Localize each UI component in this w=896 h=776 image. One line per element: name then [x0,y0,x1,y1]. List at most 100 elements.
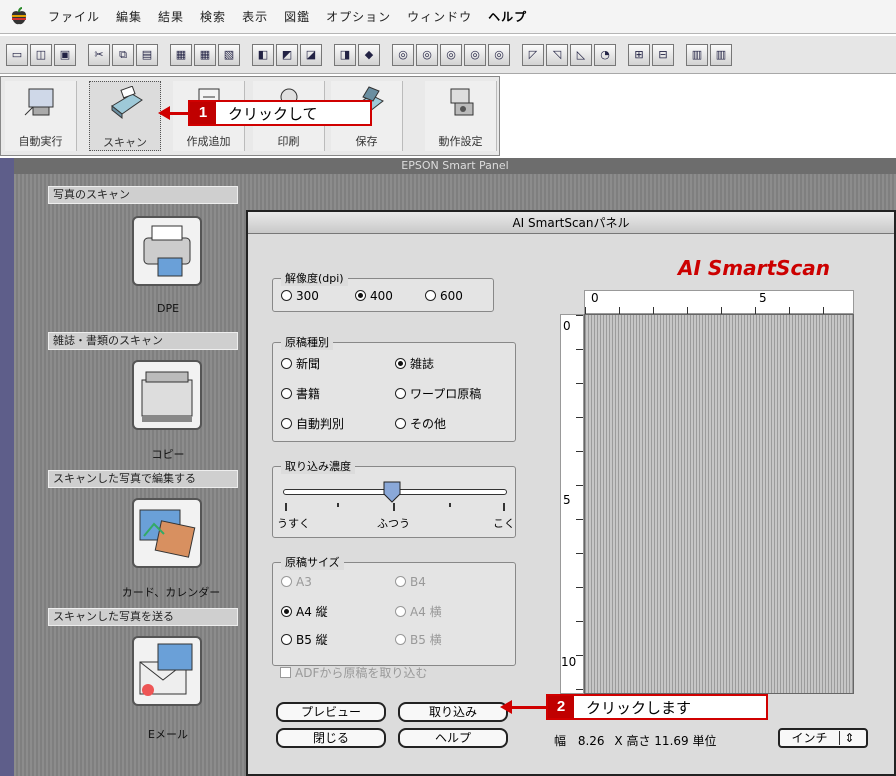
paste-icon[interactable]: ▤ [136,43,158,66]
new-icon[interactable]: ◫ [30,43,52,66]
doc-type-book-radio[interactable]: 書籍 [281,385,320,402]
preview-button[interactable]: プレビュー [276,702,386,722]
close-button[interactable]: 閉じる [276,728,386,748]
callout-1: 1 クリックして [188,100,372,126]
doc-type-book-label: 書籍 [296,387,321,401]
doc-size-label: 原稿サイズ [281,554,344,570]
radio-icon [281,576,292,587]
tool-icon[interactable]: ◎ [440,43,462,66]
preview-area[interactable] [584,314,854,694]
tool-icon[interactable]: ◎ [416,43,438,66]
ai-smartscan-dialog: AI SmartScanパネル AI SmartScan 解像度(dpi) 30… [246,210,896,776]
resolution-400-radio[interactable]: 400 [355,289,393,303]
doc-type-auto-label: 自動判別 [296,417,345,431]
doc-type-wordpro-radio[interactable]: ワープロ原稿 [395,385,481,402]
tool-icon[interactable]: ◧ [252,43,274,66]
save-label: 保存 [355,135,378,148]
tool-icon[interactable]: ▦ [170,43,192,66]
menu-options[interactable]: オプション [326,8,391,25]
ruler-ticks [576,315,583,693]
radio-icon [395,606,406,617]
doc-type-auto-radio[interactable]: 自動判別 [281,415,344,432]
tool-icon[interactable]: ◹ [546,43,568,66]
menu-result[interactable]: 結果 [158,8,184,25]
tool-icon[interactable]: ◎ [488,43,510,66]
ruler-left-label-5: 5 [563,493,571,507]
apple-icon[interactable] [8,6,30,28]
size-b5-landscape-radio[interactable]: B5 横 [395,631,442,648]
tool-icon[interactable]: ◔ [594,43,616,66]
tick-mark [449,503,451,507]
tool-icon[interactable]: ◎ [392,43,414,66]
action-settings-button[interactable]: 動作設定 [425,81,497,151]
tool-icon[interactable]: ◆ [358,43,380,66]
density-slider-thumb[interactable] [383,481,401,503]
auto-run-icon [24,88,54,116]
dpe-button[interactable] [132,216,202,286]
tool-icon[interactable]: ⊟ [652,43,674,66]
callout-2-number: 2 [548,696,574,718]
radio-icon [281,388,292,399]
density-light-label: うすく [277,517,310,530]
open-icon[interactable]: ▭ [6,43,28,66]
menu-search[interactable]: 検索 [200,8,226,25]
capture-button[interactable]: 取り込み [398,702,508,722]
copy-button[interactable] [132,360,202,430]
ai-smartscan-logo: AI SmartScan [678,256,831,280]
width-value: 8.26 [577,734,605,748]
tool-icon[interactable]: ◪ [300,43,322,66]
scan-button[interactable]: スキャン [89,81,161,151]
size-b5-portrait-label: B5 縦 [296,633,328,647]
unit-select[interactable]: インチ ⇕ [778,728,868,748]
doc-type-other-label: その他 [410,417,447,431]
density-dark-label: こく [493,517,515,530]
menu-view[interactable]: 表示 [242,8,268,25]
cut-icon[interactable]: ✂ [88,43,110,66]
size-a4-portrait-radio[interactable]: A4 縦 [281,603,328,620]
tool-icon[interactable]: ▥ [710,43,732,66]
doc-type-magazine-label: 雑誌 [410,357,435,371]
menu-window[interactable]: ウィンドウ [407,8,472,25]
tool-icon[interactable]: ◸ [522,43,544,66]
doc-type-newspaper-radio[interactable]: 新聞 [281,355,320,372]
callout-2-text: クリックします [586,699,692,717]
doc-type-other-radio[interactable]: その他 [395,415,446,432]
tick-mark [393,503,395,511]
tool-icon[interactable]: ◎ [464,43,486,66]
radio-selected-icon [281,606,292,617]
resolution-300-radio[interactable]: 300 [281,289,319,303]
tool-icon[interactable]: ◨ [334,43,356,66]
adf-label: ADFから原稿を取り込む [295,666,428,680]
create-add-label: 作成追加 [186,135,231,148]
size-b4-radio[interactable]: B4 [395,575,426,589]
email-button[interactable] [132,636,202,706]
resolution-600-radio[interactable]: 600 [425,289,463,303]
adf-checkbox[interactable]: ADFから原稿を取り込む [280,664,427,681]
print-label: 印刷 [277,135,300,148]
tool-icon[interactable]: ◺ [570,43,592,66]
menu-file[interactable]: ファイル [48,8,100,25]
save-icon[interactable]: ▣ [54,43,76,66]
size-a4-landscape-radio[interactable]: A4 横 [395,603,442,620]
section-send-photo-header: スキャンした写真を送る [48,608,238,626]
tool-icon[interactable]: ▧ [218,43,240,66]
tool-icon[interactable]: ⊞ [628,43,650,66]
tool-icon[interactable]: ◩ [276,43,298,66]
times-sign: X [614,734,623,748]
auto-run-button[interactable]: 自動実行 [5,81,77,151]
card-calendar-button[interactable] [132,498,202,568]
doc-type-magazine-radio[interactable]: 雑誌 [395,355,434,372]
menu-figure[interactable]: 図鑑 [284,8,310,25]
radio-selected-icon [355,290,366,301]
size-b5-portrait-radio[interactable]: B5 縦 [281,631,328,648]
printer-icon [143,225,191,277]
copy-icon[interactable]: ⧉ [112,43,134,66]
tool-icon[interactable]: ▥ [686,43,708,66]
menu-help[interactable]: ヘルプ [488,8,527,25]
help-button[interactable]: ヘルプ [398,728,508,748]
menu-edit[interactable]: 編集 [116,8,142,25]
size-a3-radio[interactable]: A3 [281,575,312,589]
smart-panel-title: EPSON Smart Panel [14,158,896,174]
menu-bar: ファイル 編集 結果 検索 表示 図鑑 オプション ウィンドウ ヘルプ [0,0,896,34]
tool-icon[interactable]: ▦ [194,43,216,66]
